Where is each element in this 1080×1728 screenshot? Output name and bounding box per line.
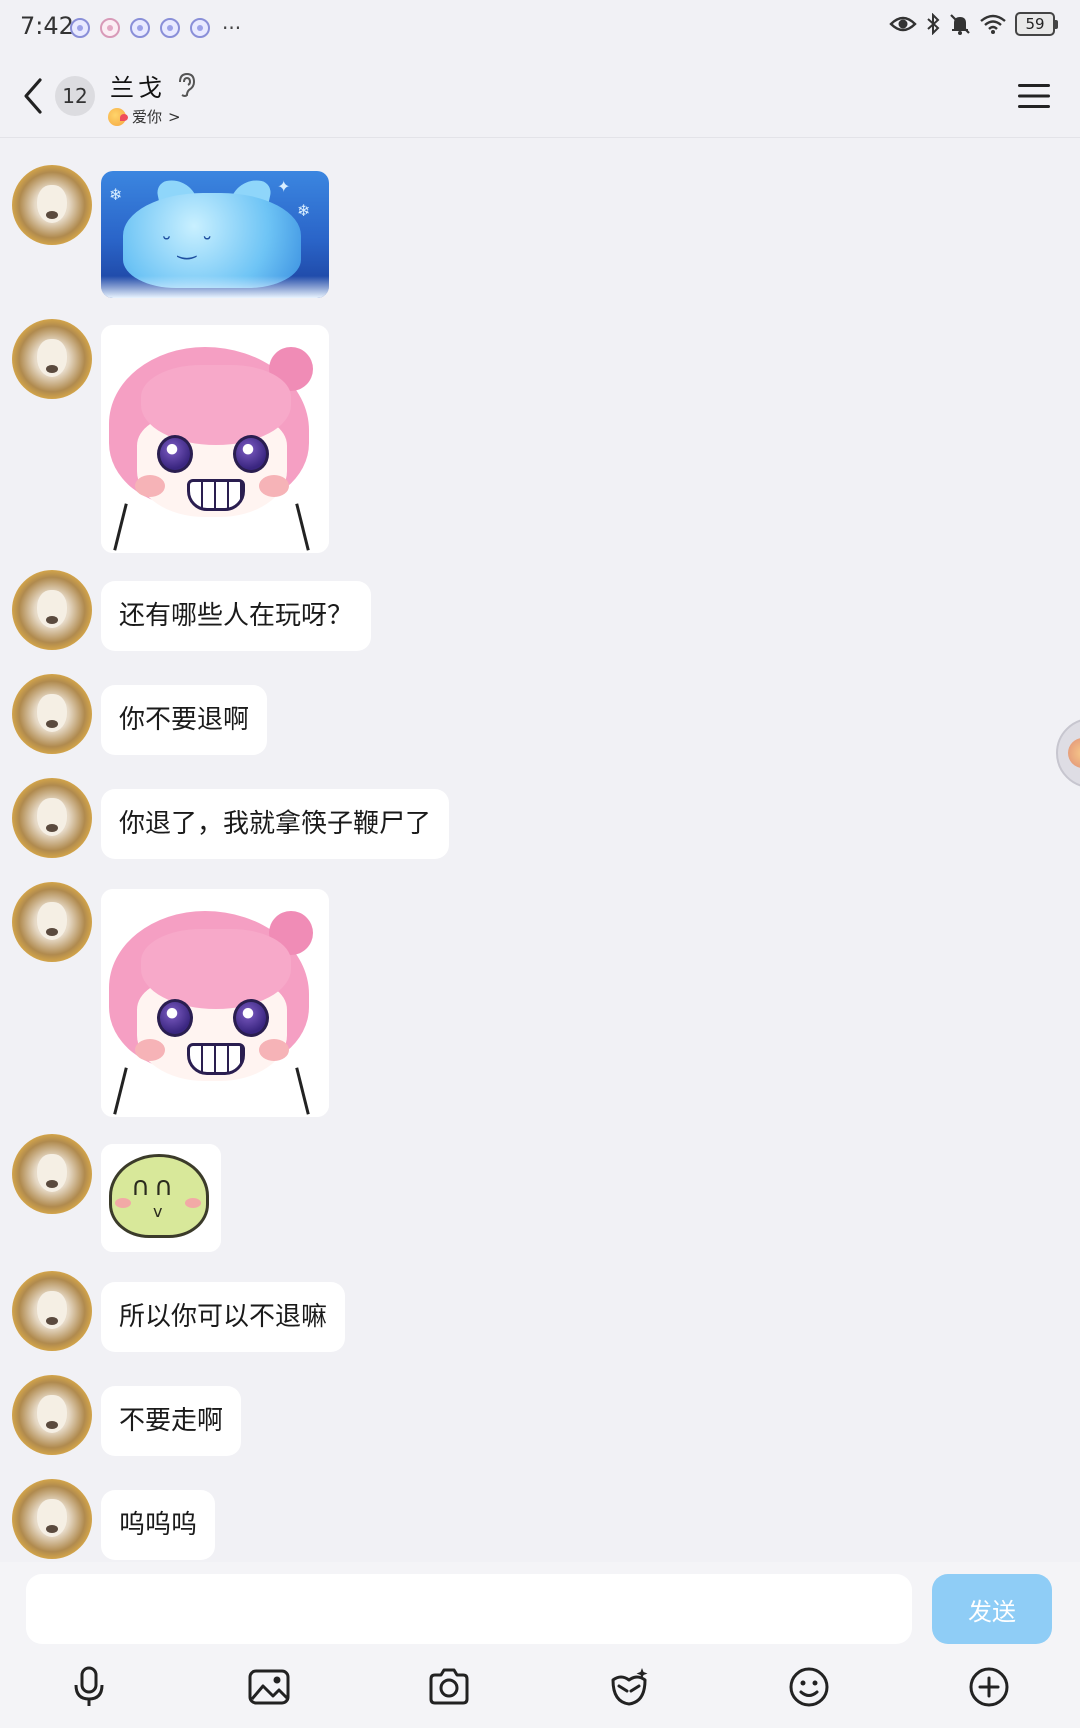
microphone-icon[interactable] (64, 1662, 114, 1712)
contact-name[interactable]: 兰戈 (110, 68, 166, 103)
qq-notification-icon (160, 18, 180, 38)
composer-toolbar (0, 1662, 1080, 1718)
sender-avatar[interactable] (12, 1271, 92, 1351)
wifi-icon (980, 14, 1006, 34)
message-bubble[interactable]: 你不要退啊 (101, 685, 268, 755)
sender-avatar[interactable] (12, 1134, 92, 1214)
plus-icon[interactable] (964, 1662, 1014, 1712)
image-icon[interactable] (244, 1662, 294, 1712)
sticker-face: ˘‿˘ (161, 235, 219, 260)
camera-icon[interactable] (424, 1662, 474, 1712)
chat-screen: 7:42 ··· 59 12 兰戈 爱你 > ❄ ❄ ✦ ˘‿˘ 还有哪些人在玩… (0, 0, 1080, 1728)
message-list[interactable]: ❄ ❄ ✦ ˘‿˘ 还有哪些人在玩呀？ 你不要退啊 你退了，我就拿筷子鞭尸了 ∩… (0, 140, 1080, 1562)
qq-notification-icon (130, 18, 150, 38)
status-icons: 59 (889, 12, 1058, 36)
qq-notification-icon (70, 18, 90, 38)
message-input[interactable] (26, 1574, 912, 1644)
status-time: 7:42 (20, 12, 74, 40)
contact-status-text: 爱你 (132, 108, 163, 126)
bluetooth-icon (927, 13, 940, 35)
eye-comfort-icon (889, 16, 917, 32)
ear-mode-icon[interactable] (176, 72, 196, 98)
message-sticker-green-blob[interactable]: ∩∩ v (101, 1144, 221, 1252)
sender-avatar[interactable] (12, 778, 92, 858)
message-bubble[interactable]: 所以你可以不退嘛 (101, 1282, 346, 1352)
composer: 发送 (0, 1562, 1080, 1728)
sender-avatar[interactable] (12, 1375, 92, 1455)
message-sticker-ice-cat[interactable]: ❄ ❄ ✦ ˘‿˘ (101, 171, 329, 298)
floating-assistant-button[interactable] (1056, 718, 1080, 788)
app-notification-icon (100, 18, 120, 38)
unread-count-badge[interactable]: 12 (55, 76, 95, 116)
message-sticker-pink-hair-girl[interactable] (101, 889, 329, 1117)
chevron-right-icon: > (168, 107, 181, 126)
more-notifications-icon: ··· (222, 16, 242, 40)
send-button[interactable]: 发送 (932, 1574, 1052, 1644)
sender-avatar[interactable] (12, 1479, 92, 1559)
sticker-mouth: v (153, 1202, 163, 1221)
sender-avatar[interactable] (12, 319, 92, 399)
menu-icon[interactable] (1018, 82, 1050, 110)
message-sticker-pink-hair-girl[interactable] (101, 325, 329, 553)
battery-icon: 59 (1015, 12, 1058, 36)
sender-avatar[interactable] (12, 165, 92, 245)
message-bubble[interactable]: 你退了，我就拿筷子鞭尸了 (101, 789, 450, 859)
mood-emoji-icon (108, 107, 128, 126)
mute-bell-icon (950, 14, 970, 35)
message-bubble[interactable]: 呜呜呜 (101, 1490, 216, 1560)
back-arrow-icon[interactable] (18, 74, 48, 118)
sticker-eyes: ∩∩ (131, 1172, 178, 1202)
red-packet-icon[interactable] (604, 1662, 654, 1712)
chat-header: 12 兰戈 爱你 > (0, 56, 1080, 138)
qq-notification-icon (190, 18, 210, 38)
sender-avatar[interactable] (12, 570, 92, 650)
message-bubble[interactable]: 还有哪些人在玩呀？ (101, 581, 372, 651)
contact-status[interactable]: 爱你 > (108, 106, 181, 127)
battery-level: 59 (1015, 12, 1055, 36)
status-bar: 7:42 ··· 59 (0, 0, 1080, 56)
sender-avatar[interactable] (12, 674, 92, 754)
notification-icons: ··· (70, 16, 241, 40)
message-bubble[interactable]: 不要走啊 (101, 1386, 242, 1456)
emoji-icon[interactable] (784, 1662, 834, 1712)
sender-avatar[interactable] (12, 882, 92, 962)
